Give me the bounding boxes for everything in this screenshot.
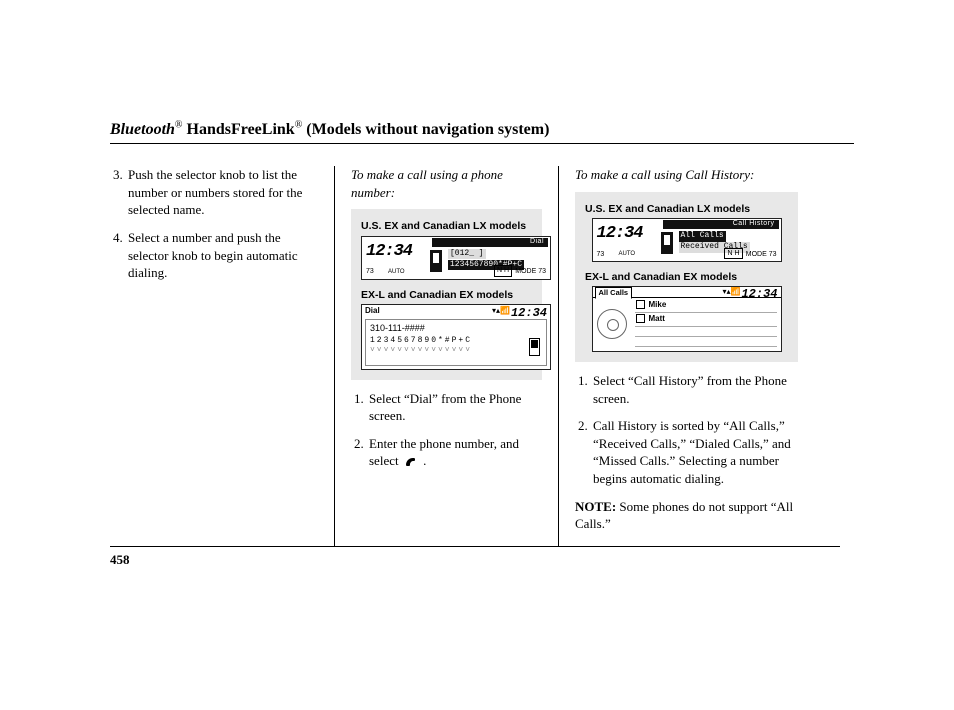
lcd-input-row: [012_ ] bbox=[448, 249, 486, 260]
col2-illustration-panel: U.S. EX and Canadian LX models Dial 12:3… bbox=[351, 209, 542, 379]
lcd-title-text: Call History bbox=[733, 219, 775, 228]
list-item-label: Mike bbox=[649, 300, 667, 309]
signal-icon: ▾▴📶 bbox=[723, 287, 741, 298]
col3-model-label-a: U.S. EX and Canadian LX models bbox=[585, 202, 788, 216]
lcd-nh: N H bbox=[494, 265, 512, 276]
title-suffix: (Models without navigation system) bbox=[302, 121, 549, 138]
col2-step2: Enter the phone number, and select . bbox=[367, 435, 542, 470]
col1-step4: Select a number and push the selector kn… bbox=[126, 229, 318, 282]
col3-step2: Call History is sorted by “All Calls,” “… bbox=[591, 417, 798, 487]
col2-step2b: . bbox=[420, 453, 427, 468]
title-reg1: ® bbox=[175, 120, 183, 131]
note-label: NOTE: bbox=[575, 499, 616, 514]
lcd-auto: AUTO bbox=[619, 250, 636, 258]
lcd3-list: Mike Matt bbox=[635, 299, 777, 347]
lcd-allcalls: All Calls bbox=[679, 231, 726, 242]
list-item: Matt bbox=[635, 313, 777, 327]
lcd-mode: MODE 73 bbox=[515, 267, 546, 276]
col2-heading: To make a call using a phone number: bbox=[351, 166, 542, 201]
page-number-row: 458 bbox=[110, 546, 840, 568]
lcd3-tab: All Calls bbox=[595, 287, 633, 299]
lcd-nh: N H bbox=[724, 248, 742, 259]
col2-lcd-b: Dial ▾▴📶 12:34 310-111-#### 1234567890*#… bbox=[361, 304, 551, 370]
col2-model-label-b: EX-L and Canadian EX models bbox=[361, 288, 532, 302]
col2-model-label-a: U.S. EX and Canadian LX models bbox=[361, 219, 532, 233]
manual-page: Bluetooth® HandsFreeLink® (Models withou… bbox=[0, 0, 954, 710]
col1-step3: Push the selector knob to list the numbe… bbox=[126, 166, 318, 219]
list-item: Mike bbox=[635, 299, 777, 313]
phone-icon bbox=[529, 338, 540, 356]
signal-icon: ▾▴📶 bbox=[492, 306, 510, 317]
content-columns: Push the selector knob to list the numbe… bbox=[110, 166, 854, 545]
page-number: 458 bbox=[110, 552, 130, 567]
col2-step2a: Enter the phone number, and select bbox=[369, 436, 519, 469]
col2-lcd-a: Dial 12:34 [012_ ] 1234567890*#P+C 73 AU… bbox=[361, 236, 551, 280]
lcd-keypad-row: 1234567890*#P+C bbox=[448, 260, 524, 271]
lcd-auto: AUTO bbox=[388, 268, 405, 276]
col3-heading: To make a call using Call History: bbox=[575, 166, 798, 184]
contact-icon bbox=[636, 300, 645, 309]
handset-icon bbox=[404, 456, 418, 468]
phone-icon bbox=[661, 232, 673, 254]
lcd2-carets: ˅˅˅˅˅˅˅˅˅˅˅˅˅˅˅ bbox=[370, 346, 472, 357]
column-1: Push the selector knob to list the numbe… bbox=[110, 166, 334, 545]
list-item-blank bbox=[635, 327, 777, 337]
lcd-mode: MODE 73 bbox=[746, 250, 777, 259]
lcd-temp-left: 73 bbox=[597, 250, 605, 259]
col2-steps: Select “Dial” from the Phone screen. Ent… bbox=[351, 390, 542, 470]
contact-icon bbox=[636, 314, 645, 323]
knob-icon bbox=[597, 309, 627, 339]
lcd-clock: 12:34 bbox=[597, 223, 643, 246]
lcd2-number: 310-111-#### bbox=[370, 322, 425, 334]
page-title-row: Bluetooth® HandsFreeLink® (Models withou… bbox=[110, 120, 854, 144]
lcd-temp-left: 73 bbox=[366, 267, 374, 276]
col3-illustration-panel: U.S. EX and Canadian LX models Call Hist… bbox=[575, 192, 798, 362]
col3-note: NOTE: Some phones do not support “All Ca… bbox=[575, 498, 798, 533]
col3-steps: Select “Call History” from the Phone scr… bbox=[575, 372, 798, 487]
page-title: Bluetooth® HandsFreeLink® (Models withou… bbox=[110, 121, 549, 138]
lcd-clock: 12:34 bbox=[366, 241, 412, 264]
list-item-label: Matt bbox=[649, 314, 665, 323]
col1-steps: Push the selector knob to list the numbe… bbox=[110, 166, 318, 281]
lcd2-body: 310-111-#### 1234567890*#P+C ˅˅˅˅˅˅˅˅˅˅˅… bbox=[365, 319, 547, 366]
col3-lcd-b: All Calls ▾▴📶 12:34 Mike Matt bbox=[592, 286, 782, 352]
lcd2-header: Dial bbox=[365, 306, 380, 317]
column-2: To make a call using a phone number: U.S… bbox=[334, 166, 558, 545]
col2-step1: Select “Dial” from the Phone screen. bbox=[367, 390, 542, 425]
phone-icon bbox=[430, 250, 442, 272]
lcd-title-text: Dial bbox=[530, 237, 544, 246]
col3-model-label-b: EX-L and Canadian EX models bbox=[585, 270, 788, 284]
title-hfl: HandsFreeLink bbox=[183, 121, 295, 138]
title-bluetooth: Bluetooth bbox=[110, 121, 175, 138]
col3-lcd-a: Call History 12:34 All Calls Received Ca… bbox=[592, 218, 782, 262]
column-3: To make a call using Call History: U.S. … bbox=[558, 166, 798, 545]
col3-step1: Select “Call History” from the Phone scr… bbox=[591, 372, 798, 407]
list-item-blank bbox=[635, 337, 777, 347]
